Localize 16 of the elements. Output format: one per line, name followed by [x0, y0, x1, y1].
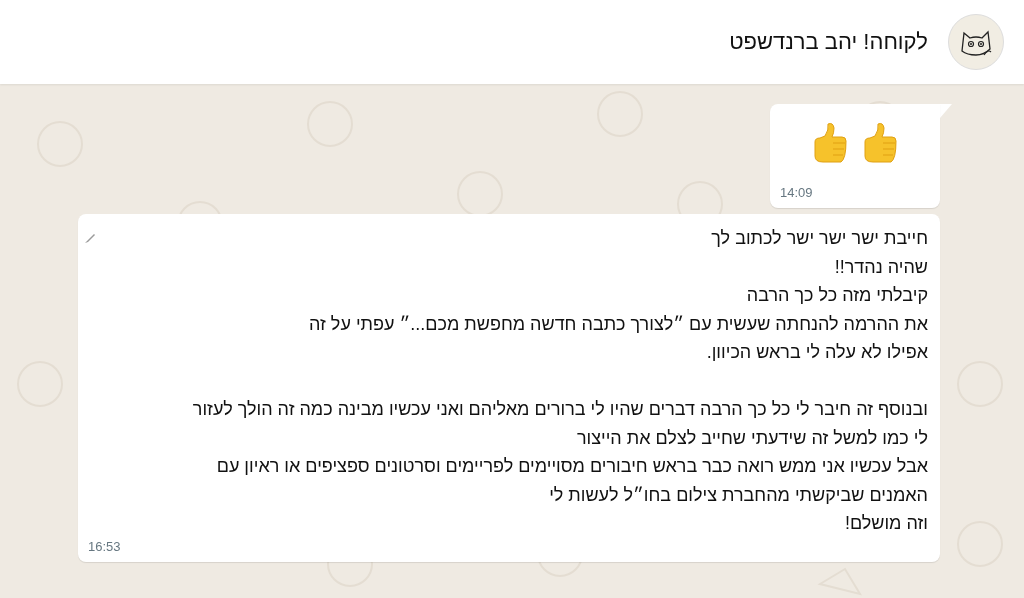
message-text: לי כמו למשל זה שידעתי שחייב לצלם את הייצור	[576, 426, 928, 450]
message-text: האמנים שביקשתי מהחברת צילום בחו״ל לעשות לי	[549, 483, 928, 507]
message-text: וזה מושלם!	[844, 512, 928, 535]
message-text: שהיה נהדר!!	[834, 255, 928, 279]
contact-avatar[interactable]	[948, 14, 1004, 70]
message-text: את ההרמה להנחתה שעשית עם ״לצורך כתבה חדשה מחפשת מכם...״ עפתי על זה	[309, 312, 928, 336]
message-text: אבל עכשיו אני ממש רואה כבר בראש חיבורים מסויימים לפריימים וסרטונים ספציפים או ראיון עם	[216, 455, 928, 478]
contact-name: לקוחה! יהב ברנדשפט	[729, 29, 928, 55]
message-text: קיבלתי מזה כל כך הרבה	[746, 284, 928, 307]
message-text: חייבת ישר ישר ישר לכתוב לך	[711, 227, 928, 250]
message-time: 14:09	[780, 185, 813, 200]
thumbs-up-icon	[861, 122, 899, 164]
message-text: אפילו לא עלה לי בראש הכיוון.	[706, 341, 928, 364]
message-text: ובנוסף זה חיבר לי כל כך הרבה דברים שהיו לי ברורים מאליהם ואני עכשיו מבינה כמה זה הולך לעזור	[192, 398, 928, 421]
thumbs-up-icon	[811, 122, 849, 164]
message-time: 16:53	[88, 538, 121, 554]
